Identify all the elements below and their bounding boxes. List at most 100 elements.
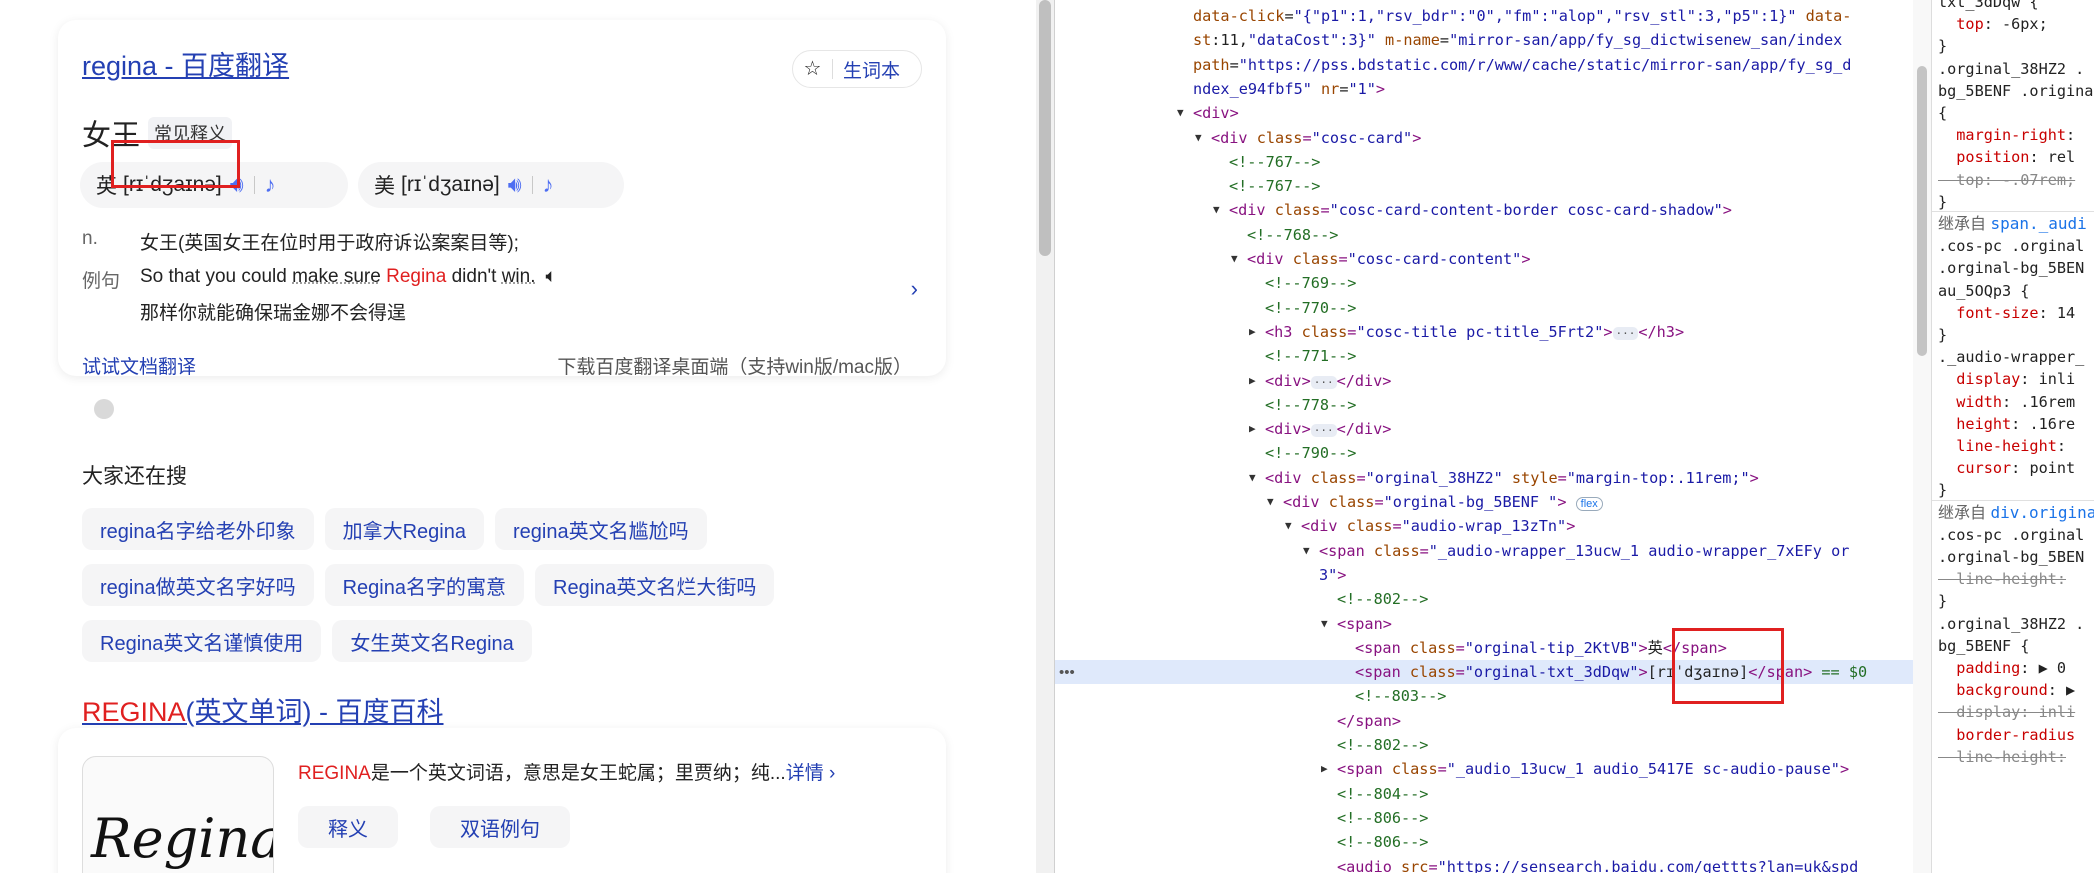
css-selector[interactable]: bg_5BENF .origina — [1938, 82, 2093, 100]
css-value[interactable]: : rel — [2029, 148, 2075, 166]
scrollbar-thumb[interactable] — [1039, 0, 1051, 256]
baike-tab-examples[interactable]: 双语例句 — [430, 806, 570, 848]
related-search-chip[interactable]: 加拿大Regina — [324, 508, 484, 550]
css-selector[interactable]: .orginal-bg_5BEN — [1938, 259, 2084, 277]
collapsed-ellipsis[interactable]: ··· — [1310, 375, 1337, 389]
related-search-chip[interactable]: 女生英文名Regina — [332, 620, 532, 662]
dom-node-line[interactable]: 3"> — [1055, 563, 1913, 587]
dom-node-line[interactable]: ▶ <h3 class="cosc-title pc-title_5Frt2"> ·… — [1055, 320, 1913, 344]
chevron-right-icon[interactable]: › — [911, 276, 918, 302]
css-property[interactable]: background — [1938, 681, 2047, 699]
dom-node-line[interactable]: ▶ <span class="_audio_13ucw_1 audio_5417E… — [1055, 757, 1913, 781]
dom-node-line[interactable]: <span class="orginal-tip_2KtVB">英</span> — [1055, 636, 1913, 660]
css-value[interactable]: : — [2057, 437, 2066, 455]
css-selector[interactable]: .orginal_38HZ2 . — [1938, 60, 2084, 78]
flex-badge[interactable]: flex — [1575, 497, 1603, 511]
dom-node-line[interactable]: ▼ <div class="cosc-card-content"> — [1055, 247, 1913, 271]
css-selector[interactable]: bg_5BENF { — [1938, 637, 2029, 655]
dom-node-line[interactable]: ndex_e94fbf5" nr="1"> — [1055, 77, 1913, 101]
dom-node-line[interactable]: <!--806--> — [1055, 806, 1913, 830]
collapse-dot-icon[interactable] — [94, 399, 114, 419]
dom-node-line[interactable]: ▶ <div> ··· </div> — [1055, 417, 1913, 441]
css-selector[interactable]: .cos-pc .orginal — [1938, 526, 2084, 544]
baike-details-link[interactable]: 详情 › — [786, 763, 836, 784]
dom-node-line[interactable]: <!--767--> — [1055, 150, 1913, 174]
css-property[interactable]: display — [1938, 370, 2020, 388]
css-value[interactable]: } — [1938, 326, 1947, 344]
uk-ai-voice-icon[interactable]: ♪ — [265, 172, 276, 198]
related-search-chip[interactable]: regina英文名尴尬吗 — [495, 508, 707, 550]
dom-node-line[interactable]: ▼ <span class="_audio-wrapper_13ucw_1 aud… — [1055, 539, 1913, 563]
example-english[interactable]: So that you could make sure Regina didn'… — [140, 266, 536, 293]
css-value[interactable]: top: -.07rem; — [1938, 171, 2075, 189]
css-selector[interactable]: au_5OQp3 { — [1938, 282, 2029, 300]
example-word[interactable]: win. — [502, 266, 536, 287]
related-search-chip[interactable]: regina名字给老外印象 — [82, 508, 314, 550]
css-value[interactable]: } — [1938, 481, 1947, 499]
collapse-triangle-icon[interactable]: ▶ — [1249, 417, 1256, 441]
expand-triangle-icon[interactable]: ▼ — [1303, 539, 1310, 563]
expand-triangle-icon[interactable]: ▼ — [1321, 612, 1328, 636]
vocabulary-button[interactable]: ☆ 生词本 — [792, 50, 922, 88]
dom-node-line[interactable]: ▼ <div class="orginal_38HZ2" style="margi… — [1055, 466, 1913, 490]
css-property[interactable]: height — [1938, 415, 2011, 433]
css-property[interactable]: padding — [1938, 659, 2020, 677]
example-speaker-icon[interactable]: 🔈︎ — [546, 266, 557, 293]
dom-node-line[interactable]: <!--778--> — [1055, 393, 1913, 417]
download-desktop-link[interactable]: 下载百度翻译桌面端（支持win版/mac版） — [557, 352, 912, 379]
elements-scrollbar[interactable] — [1913, 0, 1931, 873]
dom-node-line[interactable]: ▼ <span> — [1055, 612, 1913, 636]
related-search-chip[interactable]: Regina英文名烂大街吗 — [535, 564, 775, 606]
expand-triangle-icon[interactable]: ▼ — [1213, 198, 1220, 222]
css-value[interactable]: } — [1938, 37, 1947, 55]
dom-node-line[interactable]: <audio src="https://sensearch.baidu.com/… — [1055, 855, 1913, 873]
dom-node-line[interactable]: <!--790--> — [1055, 441, 1913, 465]
page-scrollbar[interactable] — [1036, 0, 1054, 873]
inherited-selector-link[interactable]: span._audi — [1990, 214, 2086, 233]
related-search-chip[interactable]: Regina名字的寓意 — [324, 564, 524, 606]
css-value[interactable]: } — [1938, 193, 1947, 211]
dom-node-line[interactable]: ▶ <div> ··· </div> — [1055, 369, 1913, 393]
css-property[interactable]: top — [1938, 15, 1983, 33]
dom-node-line[interactable]: ▼ <div class="audio-wrap_13zTn"> — [1055, 514, 1913, 538]
dom-node-line[interactable]: path="https://pss.bdstatic.com/r/www/cac… — [1055, 53, 1913, 77]
expand-triangle-icon[interactable]: ▼ — [1195, 126, 1202, 150]
related-search-chip[interactable]: regina做英文名字好吗 — [82, 564, 314, 606]
more-actions-icon[interactable]: ••• — [1059, 664, 1075, 681]
dom-node-line[interactable]: <!--770--> — [1055, 296, 1913, 320]
css-property[interactable]: margin-right — [1938, 126, 2066, 144]
css-value[interactable]: : — [2066, 126, 2075, 144]
dom-node-line[interactable]: <!--767--> — [1055, 174, 1913, 198]
us-speaker-icon[interactable]: 🔊︎ — [508, 172, 522, 198]
dom-node-line[interactable]: ▼ <div class="cosc-card-content-border co… — [1055, 198, 1913, 222]
collapse-triangle-icon[interactable]: ▶ — [1321, 757, 1328, 781]
dom-node-line[interactable]: <!--804--> — [1055, 782, 1913, 806]
css-value[interactable]: : ▶ 0 — [2020, 659, 2066, 677]
collapse-triangle-icon[interactable]: ▶ — [1249, 369, 1256, 393]
css-property[interactable]: line-height — [1938, 437, 2057, 455]
dom-node-line[interactable]: </span> — [1055, 709, 1913, 733]
baike-thumbnail[interactable]: Regina — [82, 756, 274, 873]
css-value[interactable]: : -6px; — [1984, 15, 2048, 33]
css-value[interactable]: { — [1938, 104, 1947, 122]
expand-triangle-icon[interactable]: ▼ — [1231, 247, 1238, 271]
css-property[interactable]: border-radius — [1938, 726, 2075, 744]
dom-node-line[interactable]: <!--771--> — [1055, 344, 1913, 368]
css-property[interactable]: font-size — [1938, 304, 2038, 322]
dom-node-line[interactable]: ▼ <div class="cosc-card"> — [1055, 126, 1913, 150]
css-value[interactable]: : ▶ — [2048, 681, 2075, 699]
css-value[interactable]: : 14 — [2039, 304, 2076, 322]
inherited-selector-link[interactable]: div.origina — [1990, 503, 2094, 522]
css-selector[interactable]: .orginal-bg_5BEN — [1938, 548, 2084, 566]
example-phrase[interactable]: make sure — [292, 266, 381, 287]
dom-node-line[interactable]: ▼ <div class="orginal-bg_5BENF "> flex — [1055, 490, 1913, 514]
expand-triangle-icon[interactable]: ▼ — [1249, 466, 1256, 490]
collapsed-ellipsis[interactable]: ··· — [1612, 326, 1639, 340]
dom-node-line[interactable]: <!--803--> — [1055, 684, 1913, 708]
expand-triangle-icon[interactable]: ▼ — [1177, 101, 1184, 125]
css-selector[interactable]: .cos-pc .orginal — [1938, 237, 2084, 255]
selected-dom-node[interactable]: <span class="orginal-txt_3dDqw">[rɪˈdʒaɪ… — [1055, 660, 1913, 685]
related-search-chip[interactable]: Regina英文名谨慎使用 — [82, 620, 322, 662]
scrollbar-thumb[interactable] — [1917, 66, 1927, 356]
baike-tab-definition[interactable]: 释义 — [298, 806, 398, 848]
